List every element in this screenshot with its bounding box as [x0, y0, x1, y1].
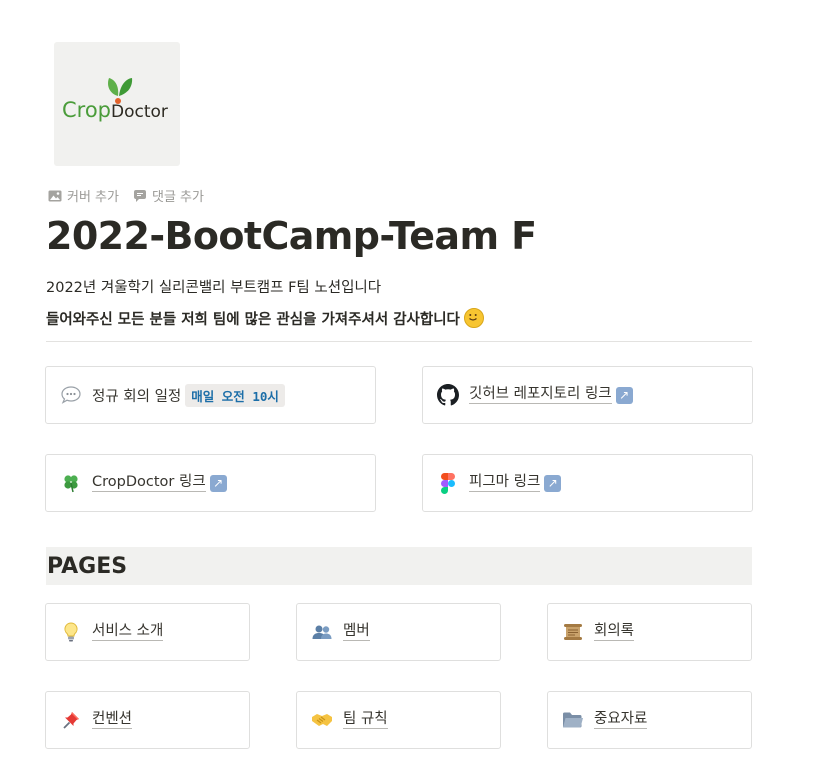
meeting-schedule-card[interactable]: 정규 회의 일정 매일 오전 10시 — [45, 366, 376, 424]
page-card-team-rules[interactable]: 팀 규칙 — [296, 691, 501, 749]
folder-icon — [562, 709, 584, 731]
page-card-members[interactable]: 멤버 — [296, 603, 501, 661]
description-line-2-text: 들어와주신 모든 분들 저희 팀에 많은 관심을 가져주셔서 감사합니다 — [46, 312, 460, 328]
add-cover-button[interactable]: 커버 추가 — [48, 186, 119, 205]
meeting-time-badge: 매일 오전 10시 — [185, 383, 285, 407]
four-leaf-clover-icon — [60, 472, 82, 494]
page-card-label: 서비스 소개 — [92, 623, 164, 641]
page-title[interactable]: 2022-BootCamp-Team F — [46, 214, 537, 258]
pages-heading: PAGES — [47, 553, 128, 579]
page-card-important-docs[interactable]: 중요자료 — [547, 691, 752, 749]
page-card-meeting-notes[interactable]: 회의록 — [547, 603, 752, 661]
page-card-label: 회의록 — [594, 623, 635, 641]
smile-emoji-icon — [463, 308, 484, 328]
scroll-icon — [562, 621, 584, 643]
add-comment-label: 댓글 추가 — [151, 190, 204, 205]
github-icon — [437, 384, 459, 406]
logo-wordmark: CropDoctor — [62, 98, 168, 122]
page-actions: 커버 추가 댓글 추가 — [48, 186, 204, 205]
add-comment-button[interactable]: 댓글 추가 — [133, 186, 204, 205]
description-line-1: 2022년 겨울학기 실리콘밸리 부트캠프 F팀 노션입니다 — [46, 280, 382, 296]
logo-word-doctor: Doctor — [111, 102, 168, 122]
lightbulb-icon — [60, 621, 82, 643]
pages-section-header: PAGES — [46, 547, 752, 585]
external-arrow-icon: ↗ — [615, 386, 633, 404]
page-card-service-intro[interactable]: 서비스 소개 — [45, 603, 250, 661]
figma-icon — [437, 472, 459, 494]
page-card-label: 멤버 — [343, 623, 370, 641]
people-icon — [311, 621, 333, 643]
logo-word-crop: Crop — [62, 98, 112, 122]
divider — [46, 341, 752, 342]
comment-icon — [133, 189, 146, 202]
handshake-icon — [311, 709, 333, 731]
page-card-conventions[interactable]: 컨벤션 — [45, 691, 250, 749]
github-link-card[interactable]: 깃허브 레포지토리 링크 ↗ — [422, 366, 753, 424]
external-arrow-icon: ↗ — [544, 474, 562, 492]
figma-link-label: 피그마 링크 — [469, 474, 541, 492]
github-link-label: 깃허브 레포지토리 링크 — [469, 386, 612, 404]
speech-balloon-icon — [60, 384, 82, 406]
image-icon — [48, 190, 62, 201]
cropdoctor-link-label: CropDoctor 링크 — [92, 474, 206, 492]
page-icon-logo[interactable]: CropDoctor — [54, 42, 180, 166]
page-card-label: 팀 규칙 — [343, 711, 388, 729]
description-line-2: 들어와주신 모든 분들 저희 팀에 많은 관심을 가져주셔서 감사합니다 — [46, 308, 484, 329]
page-card-label: 중요자료 — [594, 711, 648, 729]
page-card-label: 컨벤션 — [92, 711, 133, 729]
cropdoctor-link-card[interactable]: CropDoctor 링크 ↗ — [45, 454, 376, 512]
meeting-schedule-label: 정규 회의 일정 — [92, 388, 182, 405]
add-cover-label: 커버 추가 — [67, 190, 119, 205]
pushpin-icon — [60, 709, 82, 731]
figma-link-card[interactable]: 피그마 링크 ↗ — [422, 454, 753, 512]
external-arrow-icon: ↗ — [209, 474, 227, 492]
